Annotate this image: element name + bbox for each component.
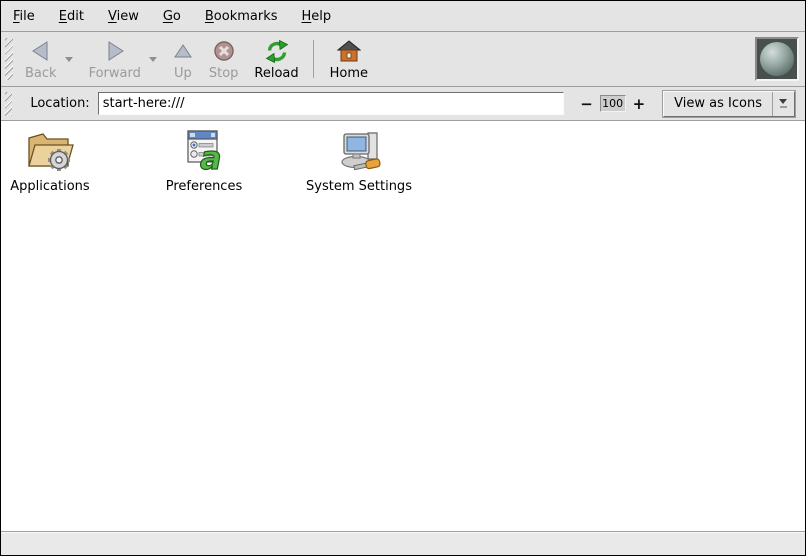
menu-bar: File Edit View Go Bookmarks Help	[1, 1, 805, 32]
menu-bookmarks[interactable]: Bookmarks	[195, 3, 288, 30]
menu-go[interactable]: Go	[153, 3, 191, 30]
preferences-item[interactable]: a Preferences	[159, 127, 249, 194]
location-bar-drag-handle[interactable]	[5, 92, 12, 116]
preferences-capplet-icon: a	[181, 127, 227, 173]
applications-label: Applications	[10, 179, 89, 194]
location-input[interactable]	[98, 92, 564, 115]
back-arrow-icon	[30, 38, 52, 64]
location-label: Location:	[30, 96, 89, 111]
chevron-down-icon	[772, 92, 794, 116]
applications-item[interactable]: Applications	[5, 127, 95, 194]
home-icon	[337, 38, 361, 64]
system-settings-monitor-icon	[334, 127, 384, 173]
up-button[interactable]: Up	[165, 35, 201, 83]
system-settings-item[interactable]: System Settings	[307, 127, 411, 194]
zoom-in-button[interactable]: +	[629, 95, 650, 113]
throbber-globe-icon	[760, 42, 794, 76]
forward-arrow-icon	[104, 38, 126, 64]
system-settings-label: System Settings	[306, 179, 412, 194]
zoom-out-button[interactable]: −	[576, 95, 597, 113]
menu-file[interactable]: File	[3, 3, 45, 30]
menu-view[interactable]: View	[98, 3, 149, 30]
main-toolbar: Back Forward Up Stop	[1, 32, 805, 87]
reload-icon	[265, 38, 289, 64]
toolbar-separator	[313, 40, 314, 78]
stop-icon	[213, 38, 235, 64]
forward-history-dropdown-icon[interactable]	[149, 57, 157, 62]
menu-help[interactable]: Help	[292, 3, 342, 30]
up-arrow-icon	[173, 38, 193, 64]
preferences-label: Preferences	[166, 179, 242, 194]
status-bar	[1, 531, 805, 555]
stop-button[interactable]: Stop	[201, 35, 247, 83]
icon-view[interactable]: Applications a Preferences	[1, 121, 805, 531]
forward-button[interactable]: Forward	[81, 35, 149, 83]
menu-edit[interactable]: Edit	[49, 3, 94, 30]
toolbar-drag-handle[interactable]	[5, 38, 13, 80]
view-mode-label: View as Icons	[664, 92, 772, 116]
view-mode-dropdown[interactable]: View as Icons	[663, 91, 795, 117]
location-bar: Location: − 100 + View as Icons	[1, 87, 805, 121]
file-manager-window: File Edit View Go Bookmarks Help Back Fo…	[0, 0, 806, 556]
reload-button[interactable]: Reload	[246, 35, 306, 83]
applications-folder-gear-icon	[24, 127, 76, 173]
svg-text:a: a	[200, 139, 222, 173]
zoom-level-indicator: 100	[600, 95, 626, 112]
home-button[interactable]: Home	[322, 35, 376, 83]
throbber-frame	[755, 37, 799, 81]
back-button[interactable]: Back	[17, 35, 65, 83]
back-history-dropdown-icon[interactable]	[65, 57, 73, 62]
